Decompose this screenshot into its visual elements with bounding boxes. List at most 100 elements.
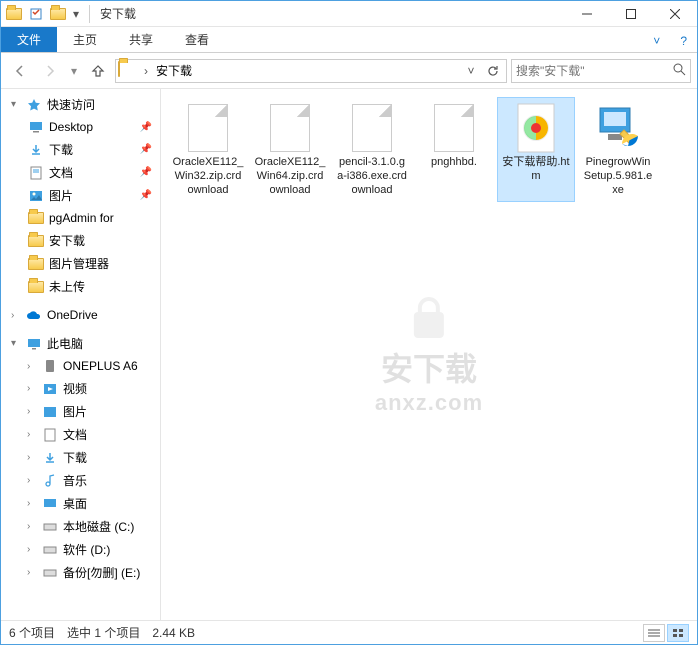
chevron-right-icon[interactable]: › — [140, 64, 152, 78]
pin-icon: 📌 — [140, 144, 156, 155]
nav-thispc[interactable]: ▾ 此电脑 — [1, 332, 160, 355]
nav-label: 快速访问 — [47, 96, 95, 113]
help-button[interactable]: ? — [670, 30, 697, 52]
watermark: 安下载 anxz.com — [375, 294, 483, 416]
folder-icon — [49, 5, 67, 23]
file-label: OracleXE112_Win64.zip.crdownload — [254, 156, 326, 197]
nav-pictures2[interactable]: ›图片 — [1, 400, 160, 423]
search-icon[interactable] — [672, 62, 686, 79]
nav-label: 安下载 — [49, 232, 85, 249]
qat-properties[interactable] — [27, 5, 45, 23]
maximize-button[interactable] — [609, 1, 653, 27]
nav-diskd[interactable]: ›软件 (D:) — [1, 538, 160, 561]
nav-oneplus[interactable]: ›ONEPLUS A6 — [1, 355, 160, 377]
nav-pgadmin[interactable]: pgAdmin for — [1, 207, 160, 229]
nav-label: pgAdmin for — [49, 211, 114, 225]
folder-icon — [27, 279, 45, 295]
file-icon — [346, 102, 398, 154]
nav-desktop2[interactable]: ›桌面 — [1, 492, 160, 515]
tab-share[interactable]: 共享 — [113, 27, 169, 52]
nav-diskc[interactable]: ›本地磁盘 (C:) — [1, 515, 160, 538]
nav-downloads2[interactable]: ›下载 — [1, 446, 160, 469]
search-input[interactable] — [516, 64, 672, 78]
status-size: 2.44 KB — [152, 626, 195, 640]
file-icon — [510, 102, 562, 154]
qat-dropdown[interactable]: ▾ — [71, 5, 81, 23]
tab-home[interactable]: 主页 — [57, 27, 113, 52]
file-icon — [264, 102, 316, 154]
search-box[interactable] — [511, 59, 691, 83]
downloads-icon — [27, 142, 45, 158]
pin-icon: 📌 — [140, 122, 156, 133]
nav-onedrive[interactable]: › OneDrive — [1, 304, 160, 326]
file-item[interactable]: OracleXE112_Win32.zip.crdownload — [169, 97, 247, 202]
nav-label: Desktop — [49, 120, 93, 134]
close-button[interactable] — [653, 1, 697, 27]
up-button[interactable] — [85, 58, 111, 84]
navbar: ▾ › 安下载 ˅ — [1, 53, 697, 89]
nav-videos[interactable]: ›视频 — [1, 377, 160, 400]
back-button[interactable] — [7, 58, 33, 84]
statusbar: 6 个项目 选中 1 个项目 2.44 KB — [1, 620, 697, 644]
onedrive-icon — [25, 307, 43, 323]
nav-pictures[interactable]: 图片 📌 — [1, 184, 160, 207]
file-label: pencil-3.1.0.ga-i386.exe.crdownload — [336, 156, 408, 197]
file-label: PinegrowWinSetup.5.981.exe — [582, 156, 654, 197]
forward-button[interactable] — [37, 58, 63, 84]
view-details-button[interactable] — [643, 624, 665, 642]
nav-downloads[interactable]: 下载 📌 — [1, 138, 160, 161]
nav-music[interactable]: ›音乐 — [1, 469, 160, 492]
nav-anxz[interactable]: 安下载 — [1, 229, 160, 252]
folder-icon — [27, 256, 45, 272]
minimize-button[interactable] — [565, 1, 609, 27]
titlebar: ▾ 安下载 — [1, 1, 697, 27]
nav-unsent[interactable]: 未上传 — [1, 275, 160, 298]
ribbon-expand[interactable]: ˅ — [643, 30, 670, 52]
nav-picmgr[interactable]: 图片管理器 — [1, 252, 160, 275]
refresh-button[interactable] — [482, 60, 504, 82]
breadcrumb[interactable]: 安下载 — [152, 60, 196, 81]
desktop-icon — [41, 496, 59, 512]
file-item[interactable]: pnghhbd. — [415, 97, 493, 202]
view-icons-button[interactable] — [667, 624, 689, 642]
nav-label: ONEPLUS A6 — [63, 359, 138, 373]
nav-label: 软件 (D:) — [63, 541, 110, 558]
address-dropdown[interactable]: ˅ — [460, 60, 482, 82]
nav-documents[interactable]: 文档 📌 — [1, 161, 160, 184]
nav-quick-access[interactable]: ▾ 快速访问 — [1, 93, 160, 116]
file-icon — [592, 102, 644, 154]
file-label: pnghhbd. — [431, 156, 477, 170]
nav-label: 音乐 — [63, 472, 87, 489]
documents-icon — [27, 165, 45, 181]
videos-icon — [41, 381, 59, 397]
address-bar[interactable]: › 安下载 ˅ — [115, 59, 507, 83]
file-item[interactable]: OracleXE112_Win64.zip.crdownload — [251, 97, 329, 202]
status-selection: 选中 1 个项目 — [67, 624, 140, 641]
nav-documents2[interactable]: ›文档 — [1, 423, 160, 446]
file-item[interactable]: PinegrowWinSetup.5.981.exe — [579, 97, 657, 202]
disk-icon — [41, 542, 59, 558]
folder-icon — [118, 62, 136, 80]
file-item[interactable]: 安下载帮助.htm — [497, 97, 575, 202]
nav-label: 视频 — [63, 380, 87, 397]
downloads-icon — [41, 450, 59, 466]
ribbon: 文件 主页 共享 查看 ˅ ? — [1, 27, 697, 53]
nav-label: OneDrive — [47, 308, 98, 322]
file-label: OracleXE112_Win32.zip.crdownload — [172, 156, 244, 197]
folder-icon — [27, 210, 45, 226]
tab-view[interactable]: 查看 — [169, 27, 225, 52]
recent-dropdown[interactable]: ▾ — [67, 58, 81, 84]
navigation-pane[interactable]: ▾ 快速访问 Desktop 📌 下载 📌 文档 📌 图片 📌 pgAdmin … — [1, 89, 161, 620]
folder-icon — [27, 233, 45, 249]
pin-icon: 📌 — [140, 190, 156, 201]
nav-label: 图片 — [49, 187, 73, 204]
nav-desktop[interactable]: Desktop 📌 — [1, 116, 160, 138]
files-area[interactable]: 安下载 anxz.com OracleXE112_Win32.zip.crdow… — [161, 89, 697, 620]
tab-file[interactable]: 文件 — [1, 27, 57, 52]
nav-diske[interactable]: ›备份[勿删] (E:) — [1, 561, 160, 584]
file-item[interactable]: pencil-3.1.0.ga-i386.exe.crdownload — [333, 97, 411, 202]
window-title: 安下载 — [100, 5, 136, 22]
star-icon — [25, 97, 43, 113]
pin-icon: 📌 — [140, 167, 156, 178]
nav-label: 未上传 — [49, 278, 85, 295]
